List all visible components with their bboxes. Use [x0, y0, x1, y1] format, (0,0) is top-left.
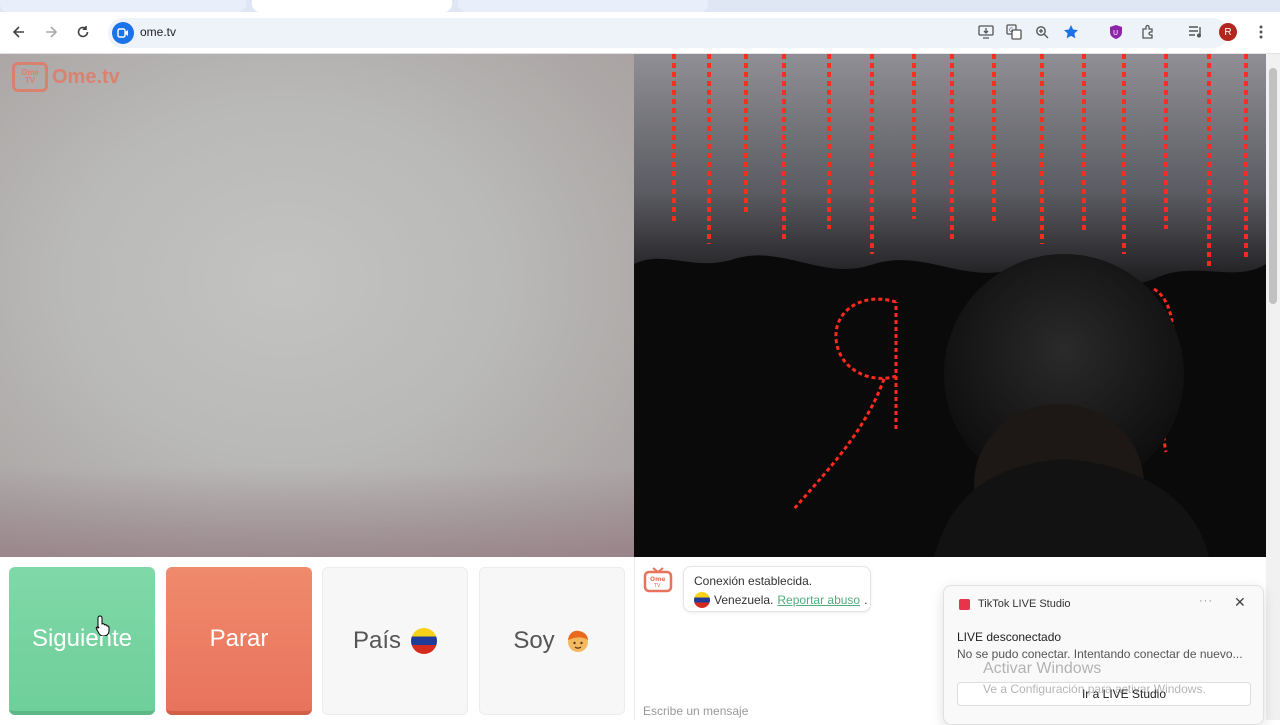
svg-text:G: G — [1009, 27, 1014, 34]
browser-toolbar: ome.tv G U R — [0, 12, 1280, 54]
extension-shield-icon[interactable]: U — [1106, 22, 1126, 42]
site-info-icon[interactable] — [112, 22, 134, 44]
browser-tab-active[interactable] — [252, 0, 452, 12]
ometv-chat-icon: Ome TV — [643, 567, 673, 598]
profile-avatar[interactable]: R — [1219, 23, 1237, 41]
ometv-logo[interactable]: Ome TV Ome.tv — [12, 62, 120, 92]
boy-emoji-icon — [565, 628, 591, 654]
bookmark-star-icon[interactable] — [1061, 22, 1081, 42]
translate-icon[interactable]: G — [1004, 22, 1024, 42]
venezuela-flag-icon — [411, 628, 438, 654]
stop-label: Parar — [209, 625, 269, 652]
browser-tab[interactable] — [458, 0, 708, 12]
tab-strip — [0, 0, 1280, 12]
forward-icon[interactable] — [39, 20, 63, 44]
tiktok-app-icon — [959, 599, 970, 610]
zoom-icon[interactable] — [1032, 22, 1052, 42]
back-icon[interactable] — [7, 20, 31, 44]
media-icon[interactable] — [1186, 22, 1206, 42]
browser-tab[interactable] — [0, 0, 246, 12]
venezuela-flag-icon — [694, 592, 710, 608]
partner-country-name: Venezuela. — [714, 593, 774, 607]
notification-app-name: TikTok LIVE Studio — [978, 598, 1071, 610]
windows-activation-watermark: Activar Windows Ve a Configuración para … — [983, 660, 1206, 696]
notification-title: LIVE desconectado — [957, 630, 1062, 644]
svg-text:U: U — [1113, 29, 1118, 37]
svg-text:TV: TV — [653, 583, 661, 589]
connection-status: Conexión establecida. — [694, 574, 813, 588]
address-bar[interactable]: ome.tv — [108, 18, 1228, 48]
message-input[interactable]: Escribe un mensaje — [643, 704, 748, 718]
tv-logo-icon: Ome TV — [12, 62, 48, 92]
remote-video-scene — [634, 54, 1266, 557]
next-button[interactable]: Siguiente — [9, 567, 155, 715]
close-icon[interactable]: ✕ — [1234, 594, 1246, 611]
report-suffix: . — [864, 593, 868, 607]
url-text[interactable]: ome.tv — [140, 25, 176, 39]
country-button[interactable]: País — [322, 567, 468, 715]
menu-icon[interactable] — [1251, 22, 1271, 42]
partner-country: Venezuela. Reportar abuso. — [694, 592, 867, 608]
notification-body: No se pudo conectar. Intentando conectar… — [957, 647, 1243, 661]
local-video: Ome TV Ome.tv — [0, 54, 634, 557]
logo-text: Ome.tv — [52, 65, 120, 88]
next-label: Siguiente — [31, 625, 133, 652]
install-app-icon[interactable] — [976, 22, 996, 42]
scrollbar-thumb[interactable] — [1269, 68, 1277, 304]
gender-button[interactable]: Soy — [479, 567, 625, 715]
page-scrollbar[interactable] — [1266, 54, 1280, 720]
stop-button[interactable]: Parar — [166, 567, 312, 715]
more-options-icon[interactable]: ··· — [1199, 595, 1213, 607]
watermark-subtitle: Ve a Configuración para activar Windows. — [983, 682, 1206, 696]
svg-text:Ome: Ome — [650, 576, 665, 583]
watermark-title: Activar Windows — [983, 660, 1102, 677]
report-abuse-link[interactable]: Reportar abuso — [777, 593, 860, 607]
country-label: País — [352, 627, 402, 654]
hand-cursor-icon — [95, 614, 111, 641]
reload-icon[interactable] — [71, 20, 95, 44]
system-message: Conexión establecida. Venezuela. Reporta… — [683, 566, 871, 612]
remote-video — [634, 54, 1266, 557]
tiktok-notification[interactable]: TikTok LIVE Studio ··· ✕ LIVE desconecta… — [943, 585, 1264, 725]
extensions-icon[interactable] — [1138, 22, 1158, 42]
gender-label: Soy — [513, 627, 555, 654]
